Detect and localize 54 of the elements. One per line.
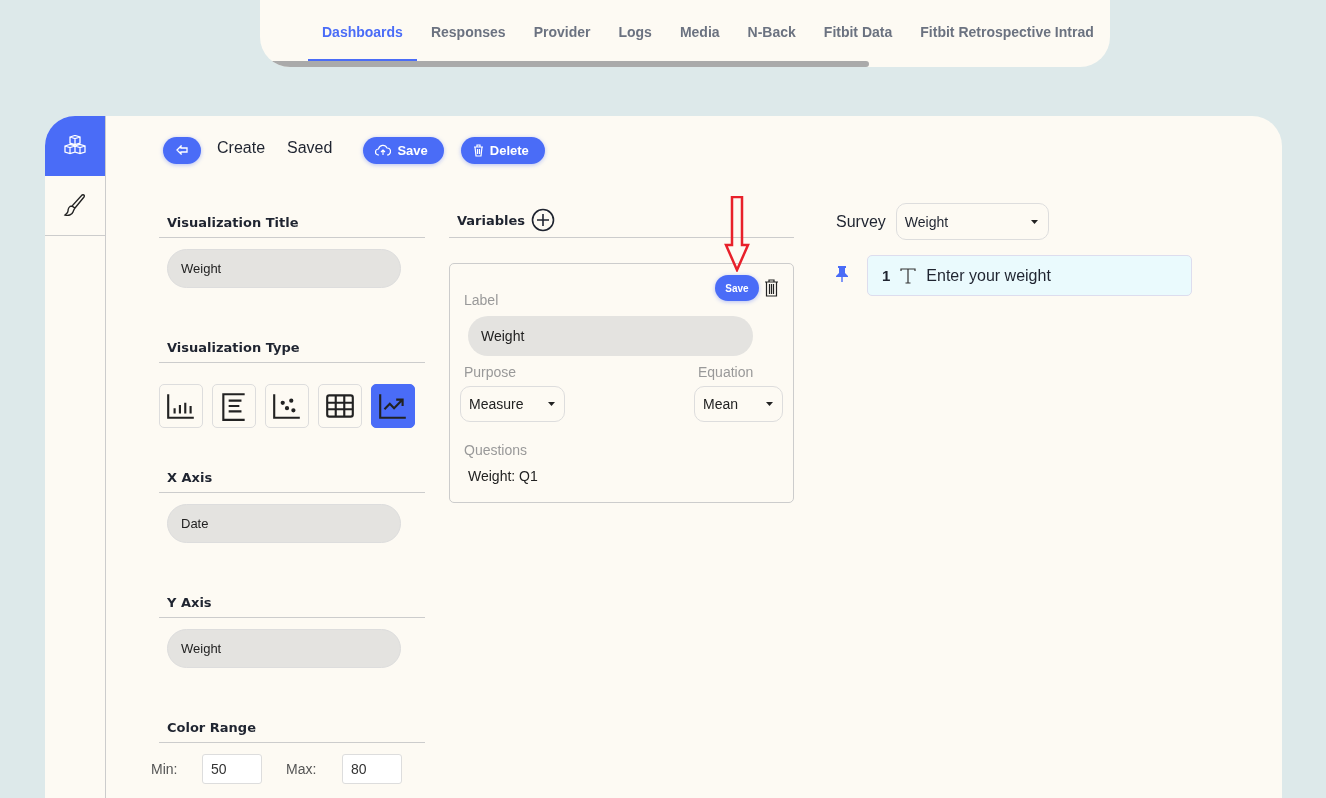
- back-button[interactable]: [163, 136, 201, 164]
- table-icon: [324, 391, 356, 421]
- delete-button[interactable]: Delete: [460, 136, 545, 164]
- section-heading: Variables: [457, 212, 526, 228]
- title-field[interactable]: Weight: [167, 249, 401, 288]
- sidebar-item[interactable]: [45, 116, 105, 176]
- back-arrow-icon: [176, 145, 188, 155]
- cubes-icon: [62, 134, 88, 157]
- cloud-upload-icon: [375, 144, 392, 156]
- field-label: Questions: [463, 442, 529, 458]
- save-button[interactable]: Save: [363, 136, 444, 164]
- nav-tab[interactable]: Fitbit Retrospective Intrad: [906, 0, 1108, 62]
- nav-tab[interactable]: Logs: [604, 0, 666, 62]
- x-axis-field[interactable]: Date: [167, 504, 401, 543]
- caret-icon: [766, 402, 773, 406]
- nav-tab[interactable]: Responses: [416, 0, 520, 62]
- add-icon[interactable]: [531, 208, 556, 232]
- bar-chart-icon: [165, 391, 197, 421]
- survey-label: Survey: [836, 212, 886, 231]
- equation-dropdown[interactable]: Mean: [694, 386, 783, 422]
- label-field[interactable]: Weight: [468, 316, 753, 356]
- field-label: Label: [463, 292, 500, 308]
- max-field[interactable]: 80: [342, 754, 402, 784]
- nav-tab[interactable]: N-Back: [733, 0, 810, 62]
- y-axis-field[interactable]: Weight: [167, 629, 401, 668]
- save-button[interactable]: Save: [715, 275, 759, 301]
- section-heading: Visualization Title: [159, 207, 425, 238]
- section-heading: X Axis: [159, 462, 425, 493]
- pin-icon[interactable]: [836, 265, 848, 282]
- nav-tab[interactable]: Fitbit Data: [809, 0, 907, 62]
- nav-link[interactable]: Create: [217, 138, 266, 162]
- line-chart-icon: [377, 391, 409, 421]
- section-heading: Visualization Type: [159, 332, 425, 363]
- text-type-icon: [900, 267, 917, 284]
- min-field[interactable]: 50: [202, 754, 262, 784]
- nav-link[interactable]: Saved: [287, 138, 333, 162]
- scatter-chart-icon: [271, 391, 303, 421]
- max-label: Max:: [286, 761, 318, 777]
- nav-tab[interactable]: Provider: [519, 0, 605, 62]
- trash-icon: [472, 143, 484, 157]
- purpose-dropdown[interactable]: Measure: [460, 386, 565, 422]
- caret-icon: [1030, 219, 1038, 224]
- field-label: Equation: [697, 364, 755, 380]
- section-heading: Color Range: [159, 712, 425, 743]
- nav-tab[interactable]: Media: [665, 0, 734, 62]
- field-label: Purpose: [463, 364, 518, 380]
- caret-icon: [548, 402, 555, 406]
- section-heading: Y Axis: [159, 587, 425, 618]
- question-row[interactable]: 1 Enter your weight: [867, 255, 1192, 296]
- survey-dropdown[interactable]: Weight: [895, 203, 1049, 240]
- paintbrush-icon: [63, 192, 87, 219]
- question-item: Weight: Q1: [468, 468, 539, 484]
- min-label: Min:: [151, 761, 179, 777]
- trash-icon[interactable]: [764, 279, 779, 297]
